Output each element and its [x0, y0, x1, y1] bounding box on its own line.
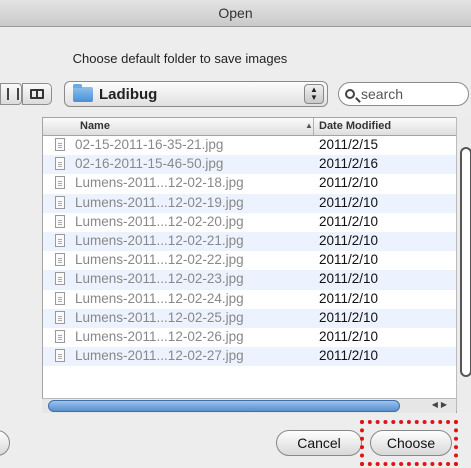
file-icon: [55, 253, 65, 267]
file-name: Lumens-2011...12-02-23.jpg: [75, 271, 244, 287]
file-icon: [55, 234, 65, 247]
dialog-prompt: Choose default folder to save images: [72, 51, 288, 66]
file-date: 2011/2/10: [319, 309, 379, 325]
folder-label: Ladibug: [99, 85, 158, 103]
file-date: 2011/2/10: [319, 348, 379, 364]
file-name: Lumens-2011...12-02-18.jpg: [75, 175, 244, 191]
file-name: Lumens-2011...12-02-19.jpg: [75, 194, 244, 210]
file-date: 2011/2/10: [319, 233, 379, 248]
file-icon: [55, 330, 65, 343]
table-row[interactable]: Lumens-2011...12-02-20.jpg 2011/2/10: [43, 213, 456, 232]
table-row[interactable]: Lumens-2011...12-02-26.jpg 2011/2/10: [43, 328, 456, 347]
file-icon: [55, 157, 65, 171]
table-row[interactable]: Lumens-2011...12-02-19.jpg 2011/2/10: [43, 193, 456, 213]
file-icon: [55, 349, 65, 363]
horizontal-scrollbar[interactable]: ◀▶: [42, 398, 456, 413]
file-list[interactable]: Name ▲ Date Modified 02-15-2011-16-35-21…: [42, 117, 457, 413]
file-icon: [55, 272, 65, 286]
search-placeholder: search: [361, 86, 404, 102]
table-row[interactable]: 02-15-2011-16-35-21.jpg 2011/2/15: [43, 136, 456, 155]
table-row[interactable]: Lumens-2011...12-02-25.jpg 2011/2/10: [43, 308, 456, 328]
table-row[interactable]: Lumens-2011...12-02-18.jpg 2011/2/10: [43, 174, 456, 193]
folder-icon: [73, 83, 93, 102]
file-date: 2011/2/10: [319, 175, 379, 191]
file-date: 2011/2/10: [319, 271, 379, 287]
file-name: Lumens-2011...12-02-22.jpg: [75, 252, 244, 268]
file-date: 2011/2/10: [319, 252, 379, 268]
file-date: 2011/2/16: [319, 156, 379, 172]
file-date: 2011/2/10: [319, 213, 379, 229]
file-name: 02-16-2011-15-46-50.jpg: [75, 156, 224, 172]
file-date: 2011/2/10: [319, 290, 379, 306]
file-date: 2011/2/10: [319, 329, 379, 344]
table-row[interactable]: Lumens-2011...12-02-23.jpg 2011/2/10: [43, 270, 456, 290]
file-name: Lumens-2011...12-02-21.jpg: [75, 233, 244, 248]
folder-popup[interactable]: Ladibug ▲ ▼: [64, 81, 328, 107]
file-icon: [55, 138, 65, 151]
file-name: 02-15-2011-16-35-21.jpg: [75, 137, 224, 152]
column-header-date[interactable]: Date Modified: [319, 120, 391, 132]
search-icon: [345, 89, 355, 99]
dialog-title: Open: [0, 0, 471, 27]
table-row[interactable]: Lumens-2011...12-02-27.jpg 2011/2/10: [43, 347, 456, 367]
file-icon: [55, 310, 65, 324]
highlight-annotation: [360, 420, 458, 466]
file-date: 2011/2/15: [319, 137, 379, 152]
file-icon: [55, 176, 65, 190]
table-row[interactable]: Lumens-2011...12-02-21.jpg 2011/2/10: [43, 232, 456, 252]
file-name: Lumens-2011...12-02-24.jpg: [75, 290, 244, 306]
file-icon: [55, 291, 65, 305]
file-date: 2011/2/10: [319, 194, 379, 210]
horizontal-scroll-thumb[interactable]: [48, 400, 400, 412]
file-name: Lumens-2011...12-02-20.jpg: [75, 213, 244, 229]
vertical-scrollbar[interactable]: [456, 117, 471, 411]
column-view-button[interactable]: [22, 83, 52, 105]
scroll-arrows-icon[interactable]: ◀▶: [432, 400, 450, 409]
cancel-button[interactable]: Cancel: [276, 430, 362, 456]
file-name: Lumens-2011...12-02-27.jpg: [75, 348, 244, 364]
table-header: Name ▲ Date Modified: [43, 118, 456, 136]
table-row[interactable]: Lumens-2011...12-02-24.jpg 2011/2/10: [43, 290, 456, 309]
file-name: Lumens-2011...12-02-25.jpg: [75, 309, 244, 325]
search-field[interactable]: search: [338, 82, 469, 106]
new-folder-button[interactable]: [0, 430, 10, 456]
file-name: Lumens-2011...12-02-26.jpg: [75, 329, 244, 344]
column-header-name[interactable]: Name: [80, 120, 110, 132]
table-row[interactable]: Lumens-2011...12-02-22.jpg 2011/2/10: [43, 251, 456, 270]
table-row[interactable]: 02-16-2011-15-46-50.jpg 2011/2/16: [43, 155, 456, 175]
list-view-button[interactable]: [0, 83, 22, 105]
file-icon: [55, 195, 65, 209]
popup-arrows-icon: ▲ ▼: [304, 84, 324, 104]
sort-ascending-icon: ▲: [305, 121, 313, 130]
file-icon: [55, 214, 65, 228]
vertical-scroll-thumb[interactable]: [460, 147, 471, 377]
